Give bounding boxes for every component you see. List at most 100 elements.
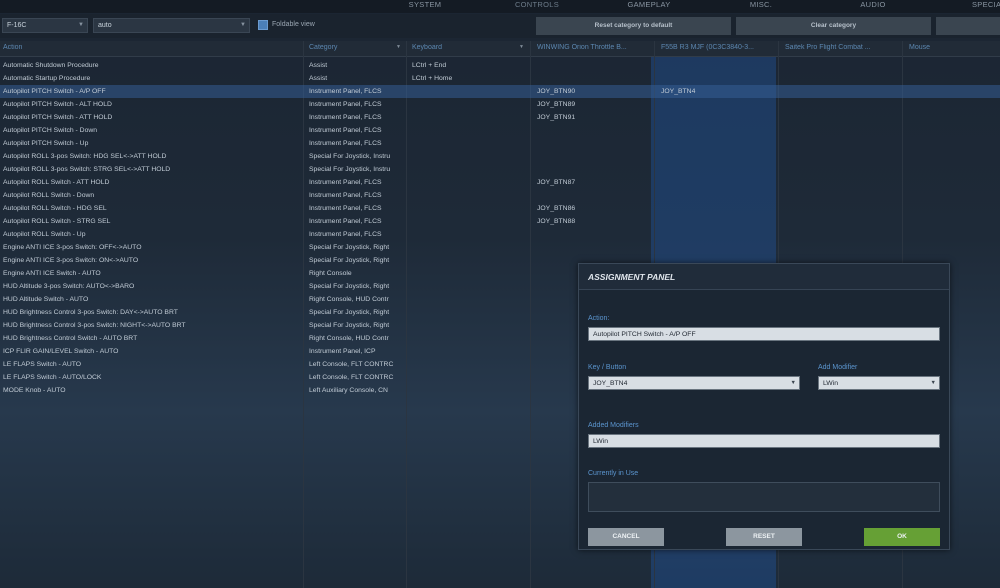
cell-action[interactable]: Autopilot ROLL Switch - HDG SEL [3, 202, 299, 215]
table-row[interactable]: Autopilot PITCH Switch - Up Instrument Pa… [0, 137, 1000, 150]
cell-action[interactable]: Autopilot PITCH Switch - ATT HOLD [3, 111, 299, 124]
cell-winwing[interactable]: JOY_BTN86 [537, 202, 651, 215]
cell-category[interactable]: Special For Joystick, Right [309, 254, 402, 267]
cell-category[interactable]: Special For Joystick, Right [309, 306, 402, 319]
cancel-button[interactable]: CANCEL [588, 528, 664, 546]
added-modifiers-field[interactable]: LWin [588, 434, 940, 448]
cell-action[interactable]: Autopilot ROLL Switch - ATT HOLD [3, 176, 299, 189]
cell-category[interactable]: Special For Joystick, Instru [309, 150, 402, 163]
ok-button[interactable]: OK [864, 528, 940, 546]
aircraft-select[interactable]: F-16C ▼ [2, 18, 88, 33]
cell-category[interactable]: Left Console, FLT CONTRC [309, 358, 402, 371]
cell-action[interactable]: Automatic Shutdown Procedure [3, 59, 299, 72]
table-row[interactable]: Autopilot ROLL Switch - STRG SEL Instrume… [0, 215, 1000, 228]
cell-action[interactable]: Engine ANTI ICE 3-pos Switch: ON<->AUTO [3, 254, 299, 267]
extra-toolbar-button[interactable] [936, 17, 1000, 35]
cell-category[interactable]: Special For Joystick, Right [309, 319, 402, 332]
cell-action[interactable]: Autopilot PITCH Switch - ALT HOLD [3, 98, 299, 111]
cell-keyboard[interactable]: LCtrl + End [412, 59, 526, 72]
reset-category-button[interactable]: Reset category to default [536, 17, 731, 35]
cell-category[interactable]: Instrument Panel, FLCS [309, 98, 402, 111]
column-header-winwing[interactable]: WINWING Orion Throttle B... [537, 44, 647, 51]
cell-category[interactable]: Instrument Panel, FLCS [309, 85, 402, 98]
table-row[interactable]: Autopilot PITCH Switch - ATT HOLD Instrum… [0, 111, 1000, 124]
cell-category[interactable]: Instrument Panel, FLCS [309, 189, 402, 202]
table-row[interactable]: Autopilot ROLL Switch - HDG SEL Instrumen… [0, 202, 1000, 215]
cell-action[interactable]: Autopilot PITCH Switch - Up [3, 137, 299, 150]
table-row[interactable]: Autopilot PITCH Switch - A/P OFF Instrume… [0, 85, 1000, 98]
cell-category[interactable]: Assist [309, 59, 402, 72]
cell-action[interactable]: LE FLAPS Switch - AUTO [3, 358, 299, 371]
tab-controls[interactable]: CONTROLS [482, 0, 592, 13]
cell-action[interactable]: HUD Altitude Switch - AUTO [3, 293, 299, 306]
key-button-select[interactable]: JOY_BTN4 ▼ [588, 376, 800, 390]
column-header-f55b[interactable]: F55B R3 MJF (0C3C3840-3... [661, 44, 773, 51]
table-row[interactable]: Autopilot PITCH Switch - ALT HOLD Instrum… [0, 98, 1000, 111]
cell-action[interactable]: HUD Altitude 3-pos Switch: AUTO<->BARO [3, 280, 299, 293]
tab-system[interactable]: SYSTEM [370, 0, 480, 13]
tab-audio[interactable]: AUDIO [818, 0, 928, 13]
cell-category[interactable]: Special For Joystick, Right [309, 241, 402, 254]
cell-action[interactable]: Autopilot PITCH Switch - A/P OFF [3, 85, 299, 98]
cell-action[interactable]: HUD Brightness Control Switch - AUTO BRT [3, 332, 299, 345]
table-row[interactable]: Autopilot ROLL 3-pos Switch: HDG SEL<->A… [0, 150, 1000, 163]
cell-action[interactable]: HUD Brightness Control 3-pos Switch: DAY… [3, 306, 299, 319]
cell-category[interactable]: Instrument Panel, FLCS [309, 202, 402, 215]
table-row[interactable]: Automatic Startup Procedure Assist LCtrl +… [0, 72, 1000, 85]
cell-category[interactable]: Assist [309, 72, 402, 85]
table-row[interactable]: Autopilot PITCH Switch - Down Instrument … [0, 124, 1000, 137]
cell-category[interactable]: Left Auxiliary Console, CN [309, 384, 402, 397]
cell-category[interactable]: Instrument Panel, FLCS [309, 137, 402, 150]
table-row[interactable]: Autopilot ROLL Switch - Up Instrument Pan… [0, 228, 1000, 241]
cell-category[interactable]: Instrument Panel, FLCS [309, 124, 402, 137]
cell-winwing[interactable]: JOY_BTN89 [537, 98, 651, 111]
cell-keyboard[interactable]: LCtrl + Home [412, 72, 526, 85]
column-header-mouse[interactable]: Mouse [909, 44, 989, 51]
add-modifier-select[interactable]: LWin ▼ [818, 376, 940, 390]
cell-category[interactable]: Left Console, FLT CONTRC [309, 371, 402, 384]
cell-action[interactable]: Engine ANTI ICE Switch - AUTO [3, 267, 299, 280]
table-row[interactable]: Autopilot ROLL Switch - Down Instrument P… [0, 189, 1000, 202]
cell-action[interactable]: Autopilot ROLL Switch - Down [3, 189, 299, 202]
cell-category[interactable]: Instrument Panel, FLCS [309, 176, 402, 189]
cell-action[interactable]: Autopilot ROLL Switch - STRG SEL [3, 215, 299, 228]
cell-winwing[interactable]: JOY_BTN88 [537, 215, 651, 228]
cell-action[interactable]: Autopilot ROLL 3-pos Switch: HDG SEL<->A… [3, 150, 299, 163]
column-header-action[interactable]: Action [3, 44, 293, 51]
cell-category[interactable]: Instrument Panel, FLCS [309, 111, 402, 124]
table-row[interactable]: Automatic Shutdown Procedure Assist LCtrl … [0, 59, 1000, 72]
table-row[interactable]: Autopilot ROLL Switch - ATT HOLD Instrume… [0, 176, 1000, 189]
column-header-keyboard[interactable]: Keyboard ▼ [412, 44, 524, 51]
cell-category[interactable]: Right Console, HUD Contr [309, 332, 402, 345]
cell-action[interactable]: Automatic Startup Procedure [3, 72, 299, 85]
cell-action[interactable]: Autopilot PITCH Switch - Down [3, 124, 299, 137]
column-header-category[interactable]: Category ▼ [309, 44, 401, 51]
table-row[interactable]: Engine ANTI ICE 3-pos Switch: OFF<->AUTO… [0, 241, 1000, 254]
clear-category-button[interactable]: Clear category [736, 17, 931, 35]
cell-category[interactable]: Instrument Panel, ICP [309, 345, 402, 358]
cell-action[interactable]: ICP FLIR GAIN/LEVEL Switch - AUTO [3, 345, 299, 358]
cell-f55b[interactable]: JOY_BTN4 [661, 85, 775, 98]
tab-special[interactable]: SPECIAL [930, 0, 1000, 13]
tab-misc[interactable]: MISC. [706, 0, 816, 13]
cell-action[interactable]: MODE Knob - AUTO [3, 384, 299, 397]
cell-winwing[interactable]: JOY_BTN90 [537, 85, 651, 98]
cell-action[interactable]: Autopilot ROLL Switch - Up [3, 228, 299, 241]
cell-category[interactable]: Right Console, HUD Contr [309, 293, 402, 306]
cell-winwing[interactable]: JOY_BTN87 [537, 176, 651, 189]
foldable-view-checkbox[interactable] [258, 20, 268, 30]
cell-winwing[interactable]: JOY_BTN91 [537, 111, 651, 124]
cell-category[interactable]: Instrument Panel, FLCS [309, 228, 402, 241]
tab-gameplay[interactable]: GAMEPLAY [594, 0, 704, 13]
cell-category[interactable]: Right Console [309, 267, 402, 280]
column-header-saitek[interactable]: Saitek Pro Flight Combat ... [785, 44, 897, 51]
cell-category[interactable]: Instrument Panel, FLCS [309, 215, 402, 228]
cell-category[interactable]: Special For Joystick, Instru [309, 163, 402, 176]
reset-button[interactable]: RESET [726, 528, 802, 546]
cell-category[interactable]: Special For Joystick, Right [309, 280, 402, 293]
cell-action[interactable]: LE FLAPS Switch - AUTO/LOCK [3, 371, 299, 384]
cell-action[interactable]: HUD Brightness Control 3-pos Switch: NIG… [3, 319, 299, 332]
cell-action[interactable]: Autopilot ROLL 3-pos Switch: STRG SEL<->… [3, 163, 299, 176]
cell-action[interactable]: Engine ANTI ICE 3-pos Switch: OFF<->AUTO [3, 241, 299, 254]
category-select[interactable]: auto ▼ [93, 18, 250, 33]
